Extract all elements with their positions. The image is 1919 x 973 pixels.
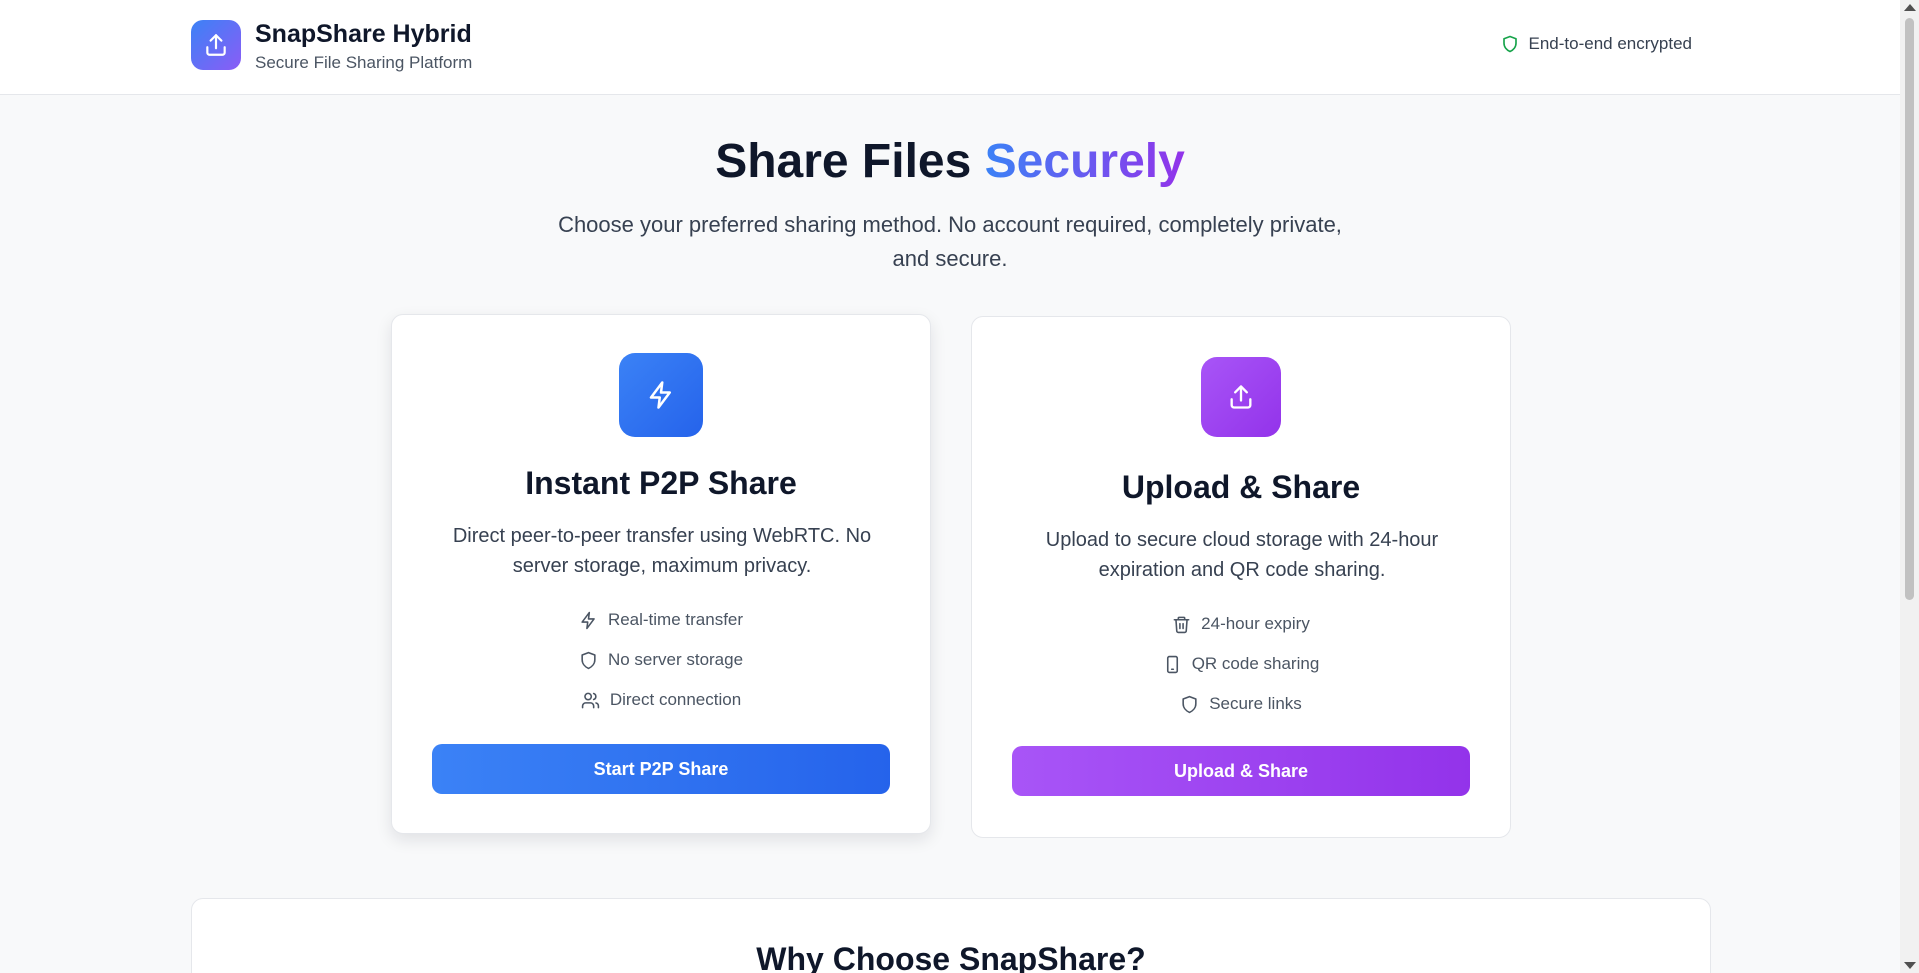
p2p-share-card[interactable]: Instant P2P Share Direct peer-to-peer tr… (391, 314, 931, 834)
encryption-badge-label: End-to-end encrypted (1528, 34, 1693, 53)
feature-label: Real-time transfer (607, 610, 744, 629)
hero-title-main: Share Files (715, 135, 972, 188)
scrollbar-thumb[interactable] (1905, 18, 1914, 600)
app-tagline: Secure File Sharing Platform (255, 53, 473, 72)
scroll-down-arrow-icon[interactable] (1904, 962, 1916, 969)
app-name: SnapShare Hybrid (255, 20, 472, 48)
shield-icon (1182, 695, 1197, 713)
feature-item: Direct connection (581, 687, 741, 713)
upload-card-icon-box (1201, 357, 1281, 437)
upload-share-card[interactable]: Upload & Share Upload to secure cloud st… (971, 316, 1511, 838)
lightning-icon (649, 381, 671, 409)
lightning-icon (581, 611, 595, 629)
trash-icon (1173, 616, 1190, 633)
scroll-up-arrow-icon[interactable] (1904, 4, 1916, 11)
hero-title-accent: Securely (984, 135, 1185, 188)
page-scrollbar[interactable] (1900, 0, 1919, 973)
upload-and-share-button[interactable]: Upload & Share (1012, 746, 1470, 796)
feature-label: Direct connection (609, 690, 742, 709)
upload-card-description: Upload to secure cloud storage with 24-h… (1045, 529, 1439, 581)
users-icon (581, 692, 600, 708)
upload-icon (206, 34, 226, 56)
feature-item: Real-time transfer (579, 607, 743, 633)
feature-item: Secure links (1180, 691, 1302, 717)
p2p-card-description: Direct peer-to-peer transfer using WebRT… (452, 525, 872, 577)
p2p-card-icon-box (619, 353, 703, 437)
feature-label: 24-hour expiry (1201, 614, 1310, 633)
app-logo[interactable] (191, 20, 241, 70)
feature-label: No server storage (607, 650, 744, 669)
shield-icon (581, 651, 596, 669)
top-header: SnapShare Hybrid Secure File Sharing Pla… (0, 0, 1900, 95)
encryption-badge: End-to-end encrypted (1501, 34, 1693, 54)
upload-icon (1230, 385, 1252, 409)
why-choose-title: Why Choose SnapShare? (756, 941, 1146, 973)
why-choose-section: Why Choose SnapShare? (191, 898, 1711, 973)
feature-item: 24-hour expiry (1172, 611, 1310, 637)
feature-item: QR code sharing (1163, 651, 1320, 677)
hero-title: Share Files Securely (0, 134, 1900, 189)
smartphone-icon (1166, 655, 1178, 673)
upload-card-title: Upload & Share (1121, 469, 1361, 505)
hero-description: Choose your preferred sharing method. No… (558, 212, 1342, 271)
shield-icon (1502, 35, 1517, 53)
upload-feature-list: 24-hour expiry QR code sharing Secure li… (972, 611, 1510, 717)
feature-item: No server storage (579, 647, 743, 673)
feature-label: QR code sharing (1191, 654, 1320, 673)
feature-label: Secure links (1209, 694, 1302, 713)
p2p-card-title: Instant P2P Share (525, 465, 797, 501)
p2p-feature-list: Real-time transfer No server storage Dir… (392, 607, 930, 713)
start-p2p-share-button[interactable]: Start P2P Share (432, 744, 890, 794)
